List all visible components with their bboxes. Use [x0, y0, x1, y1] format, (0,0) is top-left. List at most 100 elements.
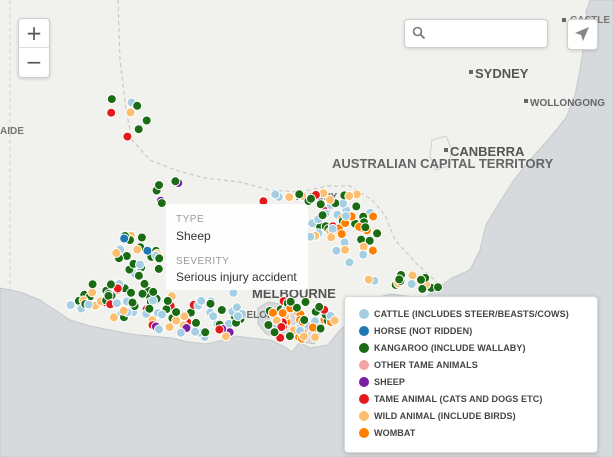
incident-point[interactable]: [317, 210, 328, 221]
incident-point[interactable]: [200, 327, 211, 338]
incident-point[interactable]: [119, 233, 130, 244]
incident-point[interactable]: [106, 94, 117, 105]
incident-point[interactable]: [340, 211, 351, 221]
incident-point[interactable]: [144, 303, 155, 314]
incident-point[interactable]: [191, 317, 201, 328]
popup-type-value: Sheep: [176, 229, 211, 243]
incident-point[interactable]: [367, 245, 378, 256]
incident-point[interactable]: [314, 301, 325, 312]
incident-point[interactable]: [372, 228, 383, 239]
incident-point[interactable]: [132, 244, 143, 255]
incident-point[interactable]: [417, 283, 428, 294]
incident-point[interactable]: [170, 176, 181, 187]
incident-point[interactable]: [358, 249, 369, 260]
incident-point[interactable]: [111, 298, 122, 309]
incident-point[interactable]: [329, 315, 340, 326]
incident-point[interactable]: [433, 282, 443, 293]
incident-point[interactable]: [126, 287, 136, 298]
incident-point[interactable]: [135, 259, 145, 270]
incident-point[interactable]: [136, 232, 147, 243]
incident-point[interactable]: [315, 199, 326, 210]
incident-point[interactable]: [87, 287, 98, 298]
incident-point[interactable]: [196, 295, 207, 306]
incident-point[interactable]: [270, 189, 281, 200]
incident-point[interactable]: [142, 245, 153, 256]
incident-point[interactable]: [306, 193, 316, 204]
incident-point[interactable]: [340, 244, 351, 255]
incident-point[interactable]: [205, 298, 216, 309]
incident-point[interactable]: [216, 305, 227, 315]
legend-label: KANGAROO (INCLUDE WALLABY): [374, 343, 526, 353]
incident-point[interactable]: [179, 311, 190, 322]
incident-point[interactable]: [153, 263, 164, 274]
incident-point[interactable]: [154, 253, 165, 264]
incident-point[interactable]: [108, 312, 119, 323]
incident-point[interactable]: [407, 270, 418, 281]
legend-swatch: [359, 411, 369, 421]
incident-point[interactable]: [105, 279, 116, 290]
incident-point[interactable]: [360, 222, 371, 233]
incident-point[interactable]: [154, 324, 164, 335]
incident-point[interactable]: [122, 131, 133, 142]
incident-point[interactable]: [363, 274, 374, 285]
incident-point[interactable]: [156, 198, 167, 209]
incident-point[interactable]: [141, 115, 152, 126]
incident-point[interactable]: [310, 332, 320, 343]
incident-point[interactable]: [148, 286, 159, 297]
incident-point[interactable]: [148, 295, 158, 306]
incident-point[interactable]: [326, 232, 337, 243]
zoom-out-button[interactable]: −: [19, 48, 49, 76]
incident-point[interactable]: [416, 274, 426, 285]
incident-point[interactable]: [83, 299, 94, 310]
incident-point[interactable]: [277, 308, 288, 319]
map-view[interactable]: SYDNEY WOLLONGONG CANBERRA AUSTRALIAN CA…: [0, 0, 614, 457]
incident-point[interactable]: [299, 315, 310, 325]
incident-point[interactable]: [344, 191, 355, 201]
incident-point[interactable]: [263, 320, 274, 330]
incident-point[interactable]: [133, 270, 144, 281]
incident-point[interactable]: [111, 248, 122, 258]
incident-point[interactable]: [406, 279, 417, 289]
incident-point[interactable]: [157, 309, 167, 320]
incident-point[interactable]: [368, 211, 379, 222]
incident-point[interactable]: [65, 300, 76, 311]
incident-point[interactable]: [175, 327, 186, 338]
legend-label: WILD ANIMAL (INCLUDE BIRDS): [374, 411, 516, 421]
incident-point[interactable]: [214, 324, 225, 335]
incident-point[interactable]: [171, 315, 182, 326]
incident-point[interactable]: [327, 223, 338, 234]
incident-point[interactable]: [284, 192, 295, 203]
incident-point[interactable]: [344, 257, 355, 268]
incident-point[interactable]: [267, 307, 278, 318]
incident-point[interactable]: [133, 124, 144, 135]
incident-point[interactable]: [137, 288, 148, 299]
incident-point[interactable]: [154, 180, 164, 191]
incident-point[interactable]: [331, 245, 342, 256]
incident-point[interactable]: [336, 229, 347, 239]
zoom-in-button[interactable]: +: [19, 19, 49, 48]
incident-point[interactable]: [394, 274, 405, 285]
incident-point[interactable]: [285, 296, 296, 307]
incident-point[interactable]: [190, 326, 201, 337]
incident-point[interactable]: [315, 323, 326, 334]
incident-point[interactable]: [139, 278, 150, 289]
incident-point[interactable]: [325, 194, 335, 205]
incident-point[interactable]: [118, 305, 129, 316]
incident-point[interactable]: [351, 201, 362, 212]
incident-point[interactable]: [294, 189, 305, 200]
incident-point[interactable]: [125, 107, 136, 118]
incident-point[interactable]: [298, 331, 309, 342]
incident-point[interactable]: [162, 295, 173, 306]
locate-button[interactable]: [567, 19, 598, 50]
incident-point[interactable]: [232, 311, 243, 322]
incident-point[interactable]: [87, 279, 98, 290]
incident-point[interactable]: [171, 307, 182, 318]
incident-point[interactable]: [269, 327, 280, 338]
incident-point[interactable]: [106, 107, 117, 118]
incident-point[interactable]: [284, 331, 295, 342]
incident-point[interactable]: [208, 311, 219, 322]
incident-point[interactable]: [127, 297, 138, 308]
search-input[interactable]: [429, 23, 545, 45]
incident-point[interactable]: [300, 297, 311, 307]
incident-point[interactable]: [103, 290, 114, 301]
